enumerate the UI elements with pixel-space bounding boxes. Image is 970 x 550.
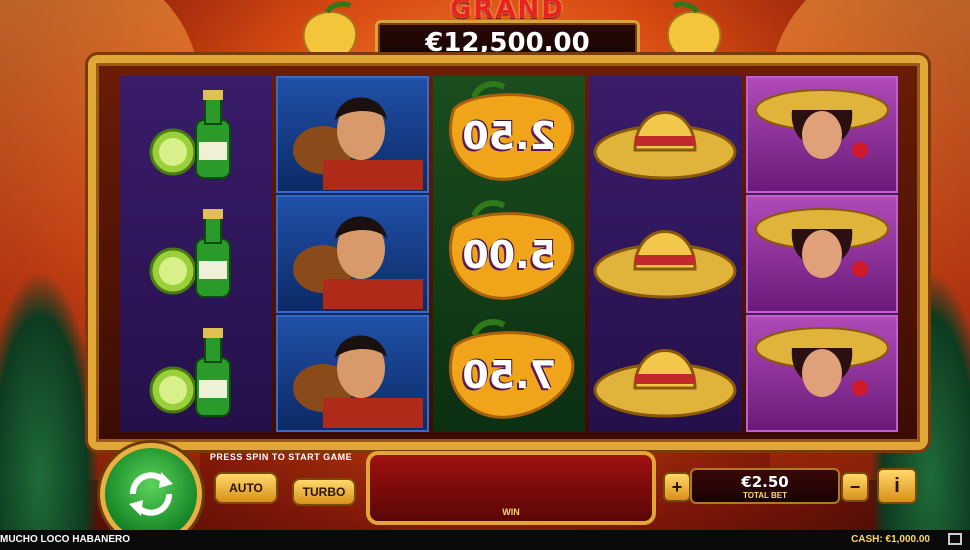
pepper-prize-value: 2.50	[462, 114, 556, 158]
senorita-icon	[745, 314, 899, 432]
info-button[interactable]: i	[877, 468, 917, 504]
game-name: MUCHO LOCO HABANERO	[0, 534, 130, 545]
pepper-icon: 2.50	[433, 76, 585, 193]
reel-2	[276, 76, 429, 432]
guitarist-icon	[276, 195, 429, 313]
pepper-prize-value: 7.50	[462, 352, 556, 397]
sombrero-icon	[589, 195, 741, 312]
beer-lime-icon	[120, 195, 272, 312]
reel-3: 2.50 5.00 7.50	[432, 76, 586, 432]
senorita-icon	[745, 195, 899, 313]
reel-1	[120, 76, 273, 432]
win-label: WIN	[502, 507, 520, 517]
game-stage: €12,500.00 GRAND 2.50 5.00 7.50 PRESS SP…	[0, 0, 970, 550]
total-bet-label: TOTAL BET	[743, 491, 787, 500]
status-bar: MUCHO LOCO HABANERO CASH: €1,000.00	[0, 530, 970, 550]
sombrero-icon	[589, 76, 741, 193]
turbo-button[interactable]: TURBO	[292, 478, 356, 506]
senorita-icon	[745, 76, 899, 194]
reel-5	[745, 76, 899, 432]
press-spin-hint: PRESS SPIN TO START GAME	[209, 452, 353, 462]
beer-lime-icon	[120, 315, 272, 432]
refresh-icon	[129, 472, 173, 516]
win-display: WIN	[366, 451, 656, 525]
reel-grid: 2.50 5.00 7.50	[120, 76, 899, 432]
guitarist-icon	[276, 314, 429, 432]
pepper-icon: 5.00	[433, 195, 585, 312]
guitarist-icon	[276, 76, 429, 194]
auto-button[interactable]: AUTO	[214, 472, 278, 504]
decrease-bet-button[interactable]: −	[841, 472, 869, 502]
pepper-prize-value: 5.00	[462, 233, 556, 278]
sombrero-icon	[589, 315, 741, 432]
total-bet-display: €2.50 TOTAL BET	[690, 468, 840, 504]
cash-balance: CASH: €1,000.00	[851, 534, 930, 545]
plant-decoration-left	[0, 270, 100, 530]
beer-lime-icon	[120, 76, 272, 193]
fullscreen-icon[interactable]	[948, 533, 962, 545]
increase-bet-button[interactable]: +	[663, 472, 691, 502]
total-bet-value: €2.50	[741, 473, 789, 491]
reel-4	[589, 76, 742, 432]
pepper-icon: 7.50	[433, 315, 585, 432]
jackpot-title: GRAND	[450, 0, 565, 24]
jackpot-value: €12,500.00	[425, 28, 590, 58]
